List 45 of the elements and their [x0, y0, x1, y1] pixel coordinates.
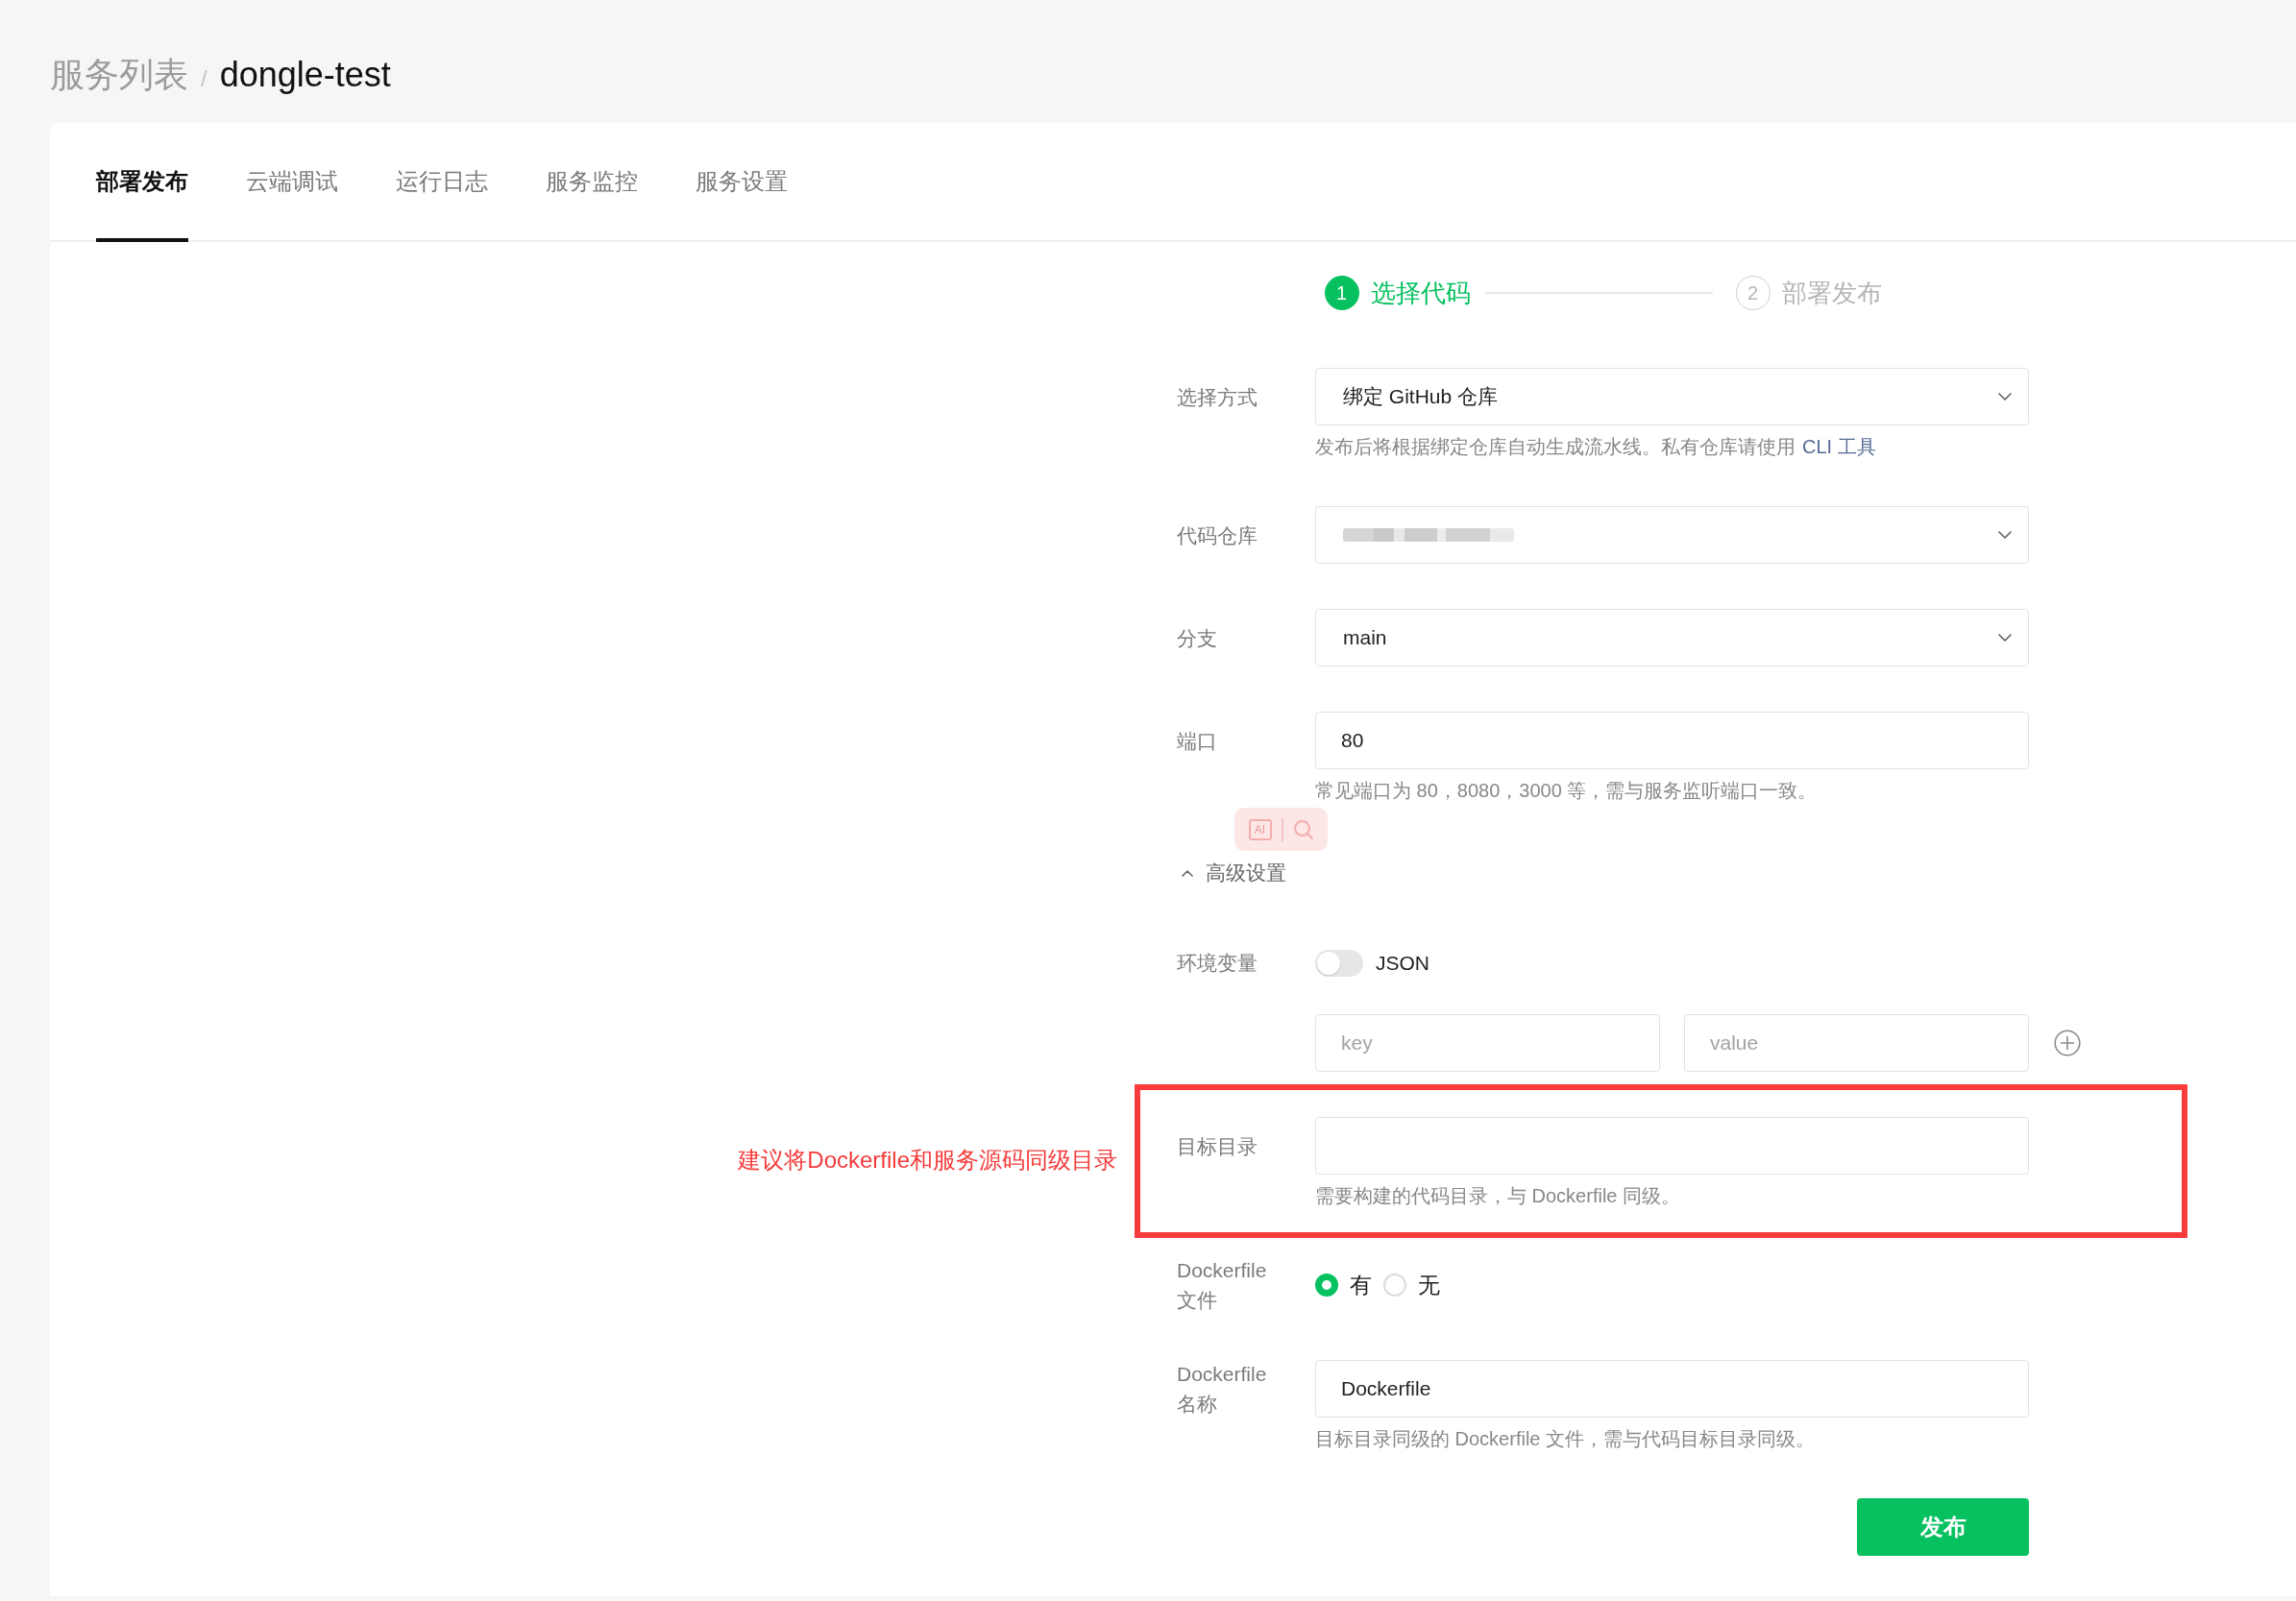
help-text: 常见端口为 80，8080，3000 等，需与服务监听端口一致。 — [1315, 779, 1819, 803]
field-label: 目标目录 — [1177, 1133, 1258, 1159]
field-label: 环境变量 — [1177, 951, 1258, 976]
toggle-switch[interactable] — [1315, 949, 1363, 977]
field-label: 代码仓库 — [1177, 522, 1258, 548]
chevron-down-icon — [1998, 531, 2012, 539]
step-label: 部署发布 — [1781, 278, 1882, 309]
dropdown-field[interactable]: main — [1315, 609, 2029, 667]
text-input[interactable]: 80 — [1315, 712, 2029, 769]
radio-label[interactable]: 有 — [1350, 1271, 1372, 1299]
chevron-down-icon — [1998, 634, 2012, 642]
tab[interactable]: 云端调试 — [246, 123, 338, 242]
field-label: 分支 — [1177, 625, 1217, 651]
radio-button[interactable] — [1383, 1274, 1406, 1297]
step-indicator: 1 — [1324, 276, 1359, 310]
help-text: 目标目录同级的 Dockerfile 文件，需与代码目标目录同级。 — [1315, 1427, 1817, 1451]
tab[interactable]: 部署发布 — [96, 123, 188, 242]
dropdown-field[interactable]: 绑定 GitHub 仓库 — [1315, 368, 2029, 425]
value-input[interactable]: value — [1684, 1014, 2029, 1072]
plus-circle-icon[interactable] — [2054, 1030, 2081, 1056]
search-icon[interactable] — [1292, 818, 1314, 840]
field-label: Dockerfile 文件 — [1177, 1258, 1268, 1313]
caret-up-icon — [1182, 869, 1193, 877]
switch-label: JSON — [1376, 950, 1429, 976]
chevron-down-icon — [1998, 393, 2012, 400]
field-label: Dockerfile 名称 — [1177, 1362, 1268, 1417]
breadcrumb-separator: / — [201, 64, 208, 93]
tab[interactable]: 服务监控 — [546, 123, 638, 242]
help-text: 需要构建的代码目录，与 Dockerfile 同级。 — [1315, 1184, 1682, 1208]
step-label: 选择代码 — [1370, 278, 1471, 309]
tab[interactable]: 运行日志 — [396, 123, 488, 242]
radio-button[interactable] — [1315, 1274, 1338, 1297]
text-input[interactable]: Dockerfile — [1315, 1360, 2029, 1418]
field-label: 端口 — [1177, 728, 1217, 754]
help-text: 发布后将根据绑定仓库自动生成流水线。私有仓库请使用 CLI 工具 — [1315, 435, 1877, 459]
page-title: dongle-test — [219, 54, 391, 96]
cli-tools-link[interactable]: CLI 工具 — [1802, 436, 1876, 457]
annotation-text: 建议将Dockerfile和服务源码同级目录 — [738, 1146, 1117, 1175]
field-label: 选择方式 — [1177, 384, 1258, 410]
tab[interactable]: 服务设置 — [696, 123, 788, 242]
text-input[interactable] — [1315, 1117, 2029, 1175]
advanced-settings-toggle[interactable]: 高级设置 — [1177, 859, 1286, 887]
dropdown-field[interactable] — [1315, 506, 2029, 564]
radio-label[interactable]: 无 — [1418, 1271, 1440, 1299]
key-input[interactable]: key — [1315, 1014, 1660, 1072]
